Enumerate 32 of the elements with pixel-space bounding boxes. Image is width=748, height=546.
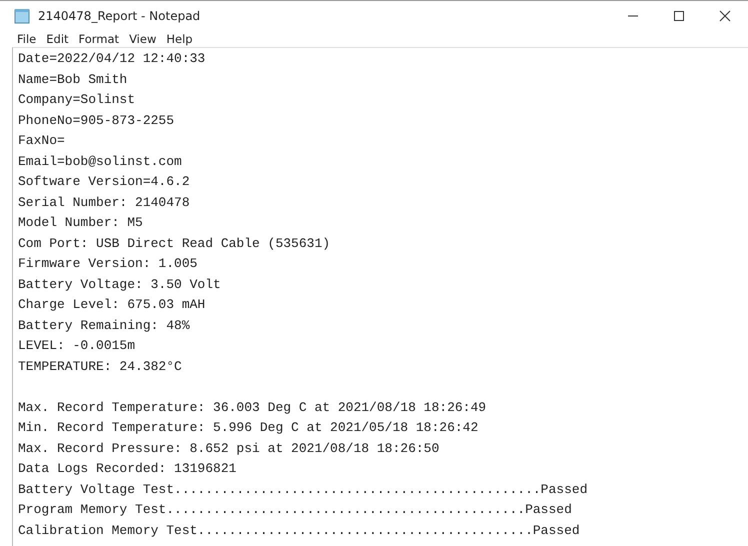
text-line: Calibration Memory Test...........................................Passed [18, 522, 580, 540]
text-line: Company=Solinst [18, 91, 136, 109]
menu-item[interactable]: View [124, 32, 162, 46]
notepad-icon [14, 8, 30, 24]
text-line: LEVEL: -0.0015m [18, 337, 136, 355]
text-line: Data Logs Recorded: 13196821 [18, 460, 236, 478]
text-line: FaxNo= [18, 132, 65, 150]
text-line: Com Port: USB Direct Read Cable (535631) [18, 234, 330, 252]
menu-item[interactable]: Help [161, 32, 198, 46]
maximize-icon [673, 10, 685, 22]
text-line: Max. Record Pressure: 8.652 psi at 2021/08/18 18:26:50 [18, 440, 440, 458]
text-line: Model Number: M5 [18, 214, 143, 232]
menu-item[interactable]: Format [74, 32, 124, 46]
text-line: Battery Voltage: 3.50 Volt [18, 276, 221, 294]
text-line: Serial Number: 2140478 [18, 194, 190, 212]
close-icon [719, 10, 731, 22]
text-line: Software Version=4.6.2 [18, 173, 190, 191]
text-line: Email=bob@solinst.com [18, 152, 182, 170]
text-line: PhoneNo=905-873-2255 [18, 112, 174, 130]
text-line: Date=2022/04/12 12:40:33 [18, 50, 206, 68]
menu-item[interactable]: Edit [41, 32, 74, 46]
text-line: Firmware Version: 1.005 [18, 255, 198, 273]
window-title: 2140478_Report - Notepad [38, 9, 202, 23]
text-line: Program Memory Test..............................................Passed [18, 501, 572, 519]
text-line: Max. Record Temperature: 36.003 Deg C at 2021/08/18 18:26:49 [18, 398, 486, 416]
text-line: Name=Bob Smith [18, 70, 128, 88]
text-line: Min. Record Temperature: 5.996 Deg C at 2021/05/18 18:26:42 [18, 419, 478, 437]
text-line: Battery Remaining: 48% [18, 316, 190, 334]
text-line: TEMPERATURE: 24.382°C [18, 358, 182, 376]
menu-item[interactable]: File [12, 32, 42, 46]
text-line: Charge Level: 675.03 mAH [18, 296, 206, 314]
text-line: Battery Voltage Test...............................................Passed [18, 480, 588, 498]
